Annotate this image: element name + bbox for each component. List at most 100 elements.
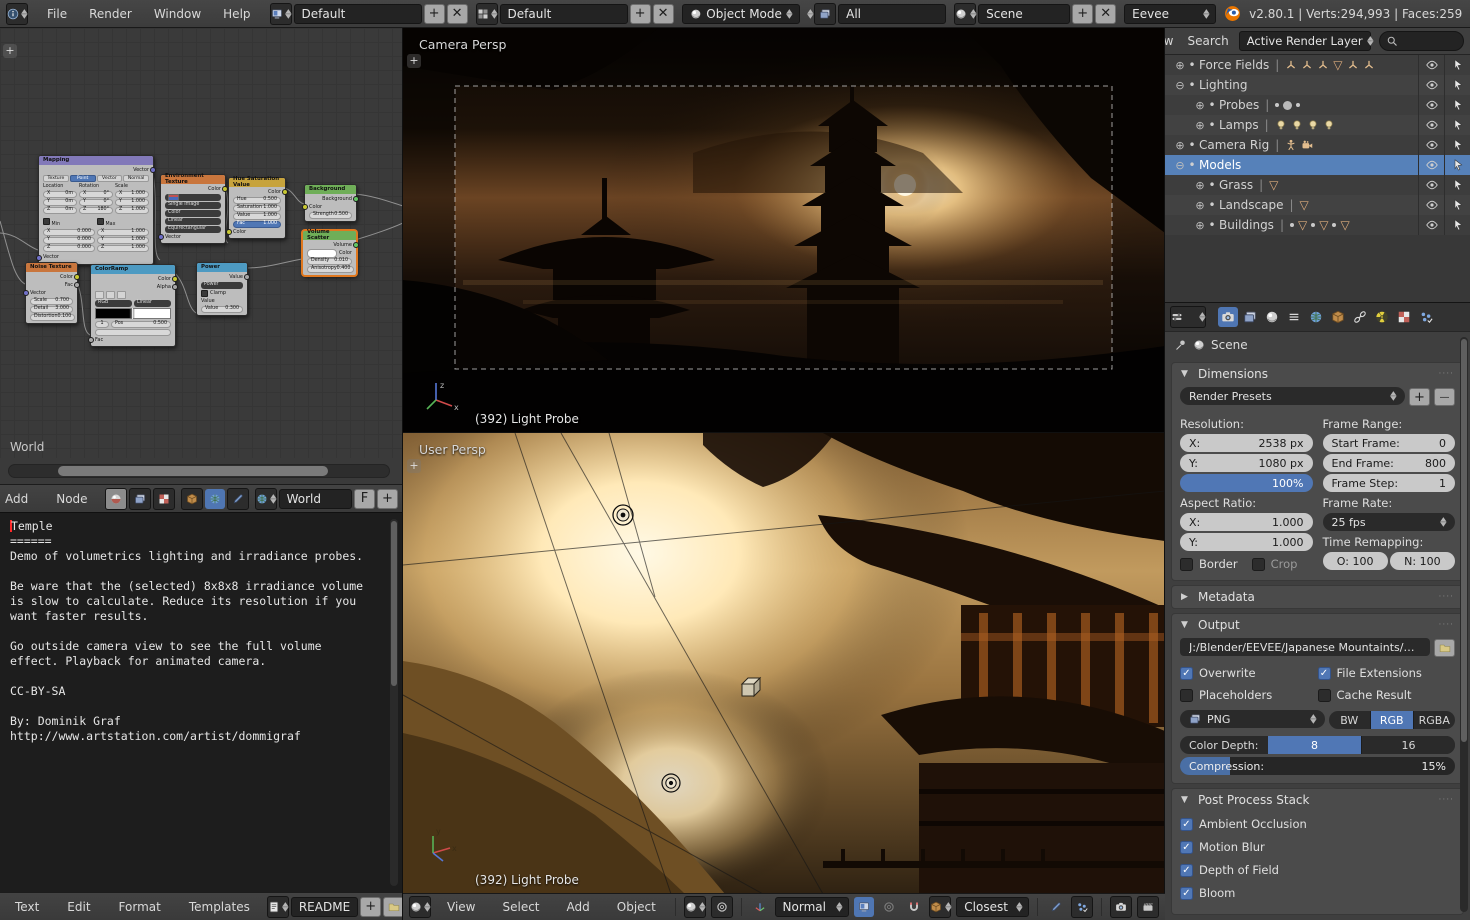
input-socket[interactable] <box>88 337 94 343</box>
text-line[interactable]: ====== <box>10 534 386 549</box>
shader-node-power[interactable]: PowerValuePowerClampValueValue0.300 <box>196 262 248 316</box>
shader-node-noise-texture[interactable]: Noise TextureColorFacVectorScale0.700Det… <box>25 262 78 324</box>
node-horizontal-scrollbar[interactable] <box>8 464 390 478</box>
node-header[interactable]: ColorRamp <box>91 265 175 274</box>
expander-icon[interactable]: ⊕ <box>1193 119 1207 132</box>
editor-type-3dview-icon[interactable]: ▲▼ <box>409 896 431 918</box>
expander-icon[interactable]: ⊕ <box>1173 139 1187 152</box>
text-line[interactable] <box>10 564 386 579</box>
shader-type-object-icon[interactable] <box>181 488 203 510</box>
input-socket[interactable] <box>23 290 29 296</box>
layers-icon[interactable] <box>814 3 836 25</box>
visibility-toggle[interactable] <box>1418 135 1444 155</box>
text-scrollbar[interactable] <box>390 519 398 886</box>
post-check-motion-blur[interactable]: ✓Motion Blur <box>1180 840 1455 854</box>
post-check-depth-of-field[interactable]: ✓Depth of Field <box>1180 863 1455 877</box>
menu-window[interactable]: Window <box>143 7 212 21</box>
text-line[interactable]: http://www.artstation.com/artist/dommigr… <box>10 729 386 744</box>
proportional-editing-icon[interactable] <box>711 896 733 918</box>
output-check-file-extensions[interactable]: ✓File Extensions <box>1318 666 1456 680</box>
expander-icon[interactable]: ⊕ <box>1173 59 1187 72</box>
screen-snap-toggle[interactable] <box>854 897 874 917</box>
tab-physics[interactable] <box>1372 307 1392 327</box>
resolution-y-field[interactable]: Y:1080 px <box>1180 454 1313 472</box>
outliner-row-force-fields[interactable]: ⊕•Force Fields|▽ <box>1165 55 1470 75</box>
brush-icon[interactable] <box>1046 897 1066 917</box>
render-engine-dropdown[interactable]: Eevee▲▼ <box>1124 4 1216 24</box>
overlay-disabled-icon[interactable] <box>879 897 899 917</box>
visibility-toggle[interactable] <box>1418 175 1444 195</box>
input-socket[interactable] <box>36 255 42 261</box>
toolshelf-toggle[interactable]: + <box>3 44 17 58</box>
snap-element-dropdown[interactable]: ▲▼ <box>929 896 951 918</box>
new-text-button[interactable]: + <box>360 897 381 917</box>
text-datablock-icon[interactable]: ▲▼ <box>267 896 289 918</box>
node-header[interactable]: Power <box>197 263 247 272</box>
text-line[interactable]: Temple <box>10 519 386 534</box>
toolshelf-toggle[interactable]: + <box>407 459 421 473</box>
scene-name[interactable]: Scene <box>978 4 1070 24</box>
expander-icon[interactable]: ⊕ <box>1193 219 1207 232</box>
selectability-toggle[interactable] <box>1444 175 1470 195</box>
scene-icon[interactable]: ▲▼ <box>954 3 976 25</box>
text-line[interactable] <box>10 624 386 639</box>
workspace-add-button[interactable]: + <box>424 4 445 24</box>
menu-node[interactable]: Node <box>45 492 98 506</box>
tab-constraints[interactable] <box>1350 307 1370 327</box>
menu-templates[interactable]: Templates <box>178 900 261 914</box>
tree-type-shader-icon[interactable] <box>105 488 127 510</box>
output-check-cache-result[interactable]: Cache Result <box>1318 688 1456 702</box>
selectability-toggle[interactable] <box>1444 195 1470 215</box>
input-socket[interactable] <box>158 234 164 240</box>
properties-scrollbar[interactable] <box>1460 337 1468 912</box>
border-checkbox[interactable]: Border <box>1180 557 1238 571</box>
outliner-row-grass[interactable]: ⊕•Grass|▽ <box>1165 175 1470 195</box>
text-line[interactable]: Demo of volumetrics lighting and irradia… <box>10 549 386 564</box>
world-datablock-icon[interactable]: ▲▼ <box>255 488 277 510</box>
output-socket[interactable] <box>353 242 359 248</box>
panel-output-header[interactable]: ▼ Output ···· <box>1172 614 1463 636</box>
outliner-row-probes[interactable]: ⊕•Probes| <box>1165 95 1470 115</box>
menu-text[interactable]: Text <box>4 900 50 914</box>
resolution-percent-slider[interactable]: 100% <box>1180 474 1313 492</box>
node-header[interactable]: Noise Texture <box>26 263 77 272</box>
resolution-x-field[interactable]: X:2538 px <box>1180 434 1313 452</box>
layout-delete-button[interactable]: ✕ <box>653 4 674 24</box>
node-header[interactable]: Mapping <box>39 156 153 165</box>
color-depth-16[interactable]: 16 <box>1361 736 1455 754</box>
start-frame-field[interactable]: Start Frame:0 <box>1323 434 1456 452</box>
editor-type-selector[interactable]: ▲▼ <box>6 3 28 25</box>
selectability-toggle[interactable] <box>1444 155 1470 175</box>
post-check-bloom[interactable]: ✓Bloom <box>1180 886 1455 900</box>
frame-step-field[interactable]: Frame Step:1 <box>1323 474 1456 492</box>
tab-object[interactable] <box>1328 307 1348 327</box>
frame-rate-dropdown[interactable]: 25 fps▲▼ <box>1323 513 1456 531</box>
menu-render[interactable]: Render <box>78 7 143 21</box>
menu-view[interactable]: View <box>1165 34 1177 48</box>
layout-icon[interactable]: ▲▼ <box>476 3 498 25</box>
tab-world[interactable] <box>1306 307 1326 327</box>
view-layer-name[interactable]: All <box>838 4 946 24</box>
tab-view-layer[interactable] <box>1284 307 1304 327</box>
output-socket[interactable] <box>74 282 80 288</box>
shader-node-hue-saturation-value[interactable]: Hue Saturation ValueColorHue0.500Saturat… <box>228 177 286 239</box>
visibility-toggle[interactable] <box>1418 95 1444 115</box>
render-animation-button[interactable] <box>1137 896 1159 918</box>
selectability-toggle[interactable] <box>1444 55 1470 75</box>
expander-icon[interactable]: ⊕ <box>1193 99 1207 112</box>
viewport-user[interactable]: xy User Persp (392) Light Probe + <box>403 432 1165 893</box>
menu-view[interactable]: View <box>436 900 486 914</box>
layout-name[interactable]: Default <box>500 4 628 24</box>
open-text-button[interactable] <box>383 897 403 917</box>
menu-help[interactable]: Help <box>212 7 261 21</box>
menu-add[interactable]: Add <box>556 900 601 914</box>
browse-output-path-button[interactable] <box>1434 639 1455 657</box>
panel-dimensions-header[interactable]: ▼ Dimensions ···· <box>1172 363 1463 385</box>
snap-target-dropdown[interactable]: Closest▲▼ <box>956 897 1029 917</box>
text-line[interactable]: Be ware that the (selected) 8x8x8 irradi… <box>10 579 386 594</box>
selectability-toggle[interactable] <box>1444 215 1470 235</box>
remap-old-field[interactable]: O: 100 <box>1323 552 1388 570</box>
visibility-toggle[interactable] <box>1418 55 1444 75</box>
tab-render-layers[interactable] <box>1240 307 1260 327</box>
menu-add[interactable]: Add <box>0 492 39 506</box>
